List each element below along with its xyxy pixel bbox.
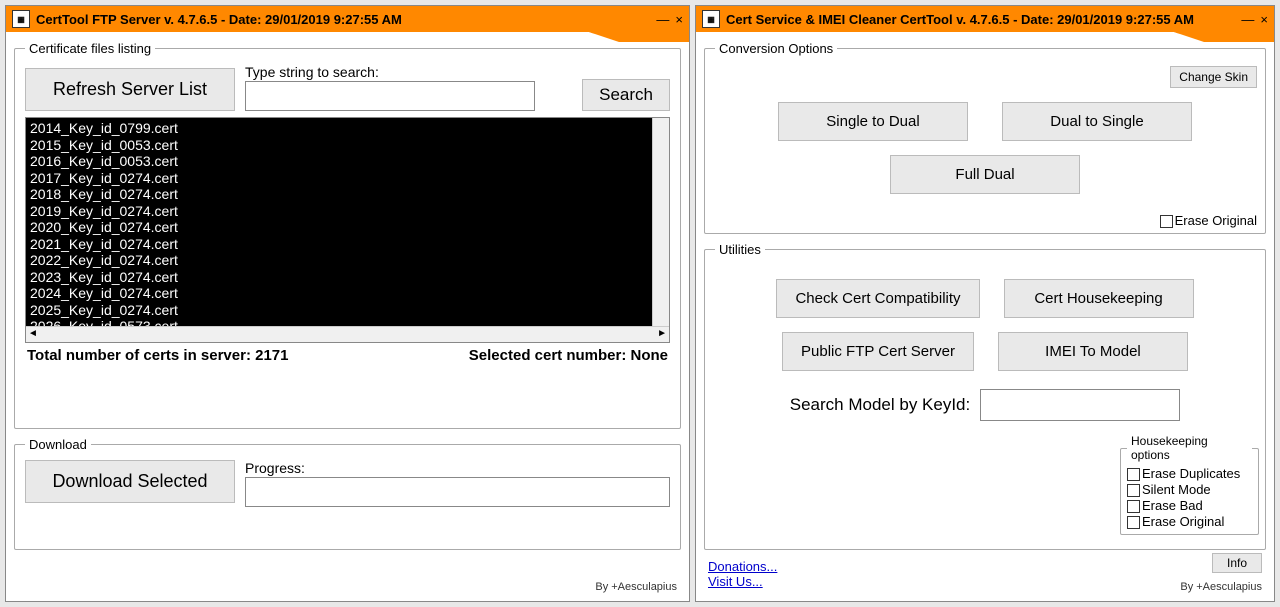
window-title: Cert Service & IMEI Cleaner CertTool v. …	[726, 12, 1194, 27]
public-ftp-button[interactable]: Public FTP Cert Server	[782, 332, 974, 371]
full-dual-button[interactable]: Full Dual	[890, 155, 1080, 194]
dual-to-single-button[interactable]: Dual to Single	[1002, 102, 1192, 141]
group-conversion: Conversion Options Change Skin Single to…	[704, 41, 1266, 234]
list-item[interactable]: 2017_Key_id_0274.cert	[30, 170, 665, 187]
single-to-dual-button[interactable]: Single to Dual	[778, 102, 968, 141]
app-icon: ▦	[702, 10, 720, 28]
list-item[interactable]: 2015_Key_id_0053.cert	[30, 137, 665, 154]
list-item[interactable]: 2018_Key_id_0274.cert	[30, 186, 665, 203]
scrollbar-horizontal[interactable]: ◄►	[26, 326, 669, 342]
close-icon[interactable]: ×	[675, 12, 683, 27]
erase-bad-checkbox[interactable]	[1127, 500, 1140, 513]
list-item[interactable]: 2022_Key_id_0274.cert	[30, 252, 665, 269]
minimize-icon[interactable]: —	[656, 12, 669, 27]
list-item[interactable]: 2014_Key_id_0799.cert	[30, 120, 665, 137]
credit-label: By +Aesculapius	[595, 581, 677, 593]
info-button[interactable]: Info	[1212, 553, 1262, 573]
list-item[interactable]: 2019_Key_id_0274.cert	[30, 203, 665, 220]
erase-original-checkbox[interactable]	[1160, 215, 1173, 228]
total-certs-label: Total number of certs in server: 2171	[27, 347, 288, 364]
group-listing-legend: Certificate files listing	[25, 41, 155, 56]
list-item[interactable]: 2020_Key_id_0274.cert	[30, 219, 665, 236]
list-item[interactable]: 2021_Key_id_0274.cert	[30, 236, 665, 253]
group-download: Download Download Selected Progress:	[14, 437, 681, 550]
window-title: CertTool FTP Server v. 4.7.6.5 - Date: 2…	[36, 12, 402, 27]
list-item[interactable]: 2025_Key_id_0274.cert	[30, 302, 665, 319]
group-download-legend: Download	[25, 437, 91, 452]
list-item[interactable]: 2016_Key_id_0053.cert	[30, 153, 665, 170]
selected-cert-label: Selected cert number: None	[469, 347, 668, 364]
minimize-icon[interactable]: —	[1241, 12, 1254, 27]
group-certificate-listing: Certificate files listing Refresh Server…	[14, 41, 681, 429]
housekeeping-legend: Housekeeping options	[1127, 434, 1252, 462]
list-item[interactable]: 2024_Key_id_0274.cert	[30, 285, 665, 302]
progress-label: Progress:	[245, 460, 670, 476]
download-selected-button[interactable]: Download Selected	[25, 460, 235, 503]
scrollbar-vertical[interactable]	[652, 118, 669, 326]
credit-label-right: By +Aesculapius	[1180, 581, 1262, 593]
progress-bar	[245, 477, 670, 507]
search-model-input[interactable]	[980, 389, 1180, 421]
group-conversion-legend: Conversion Options	[715, 41, 837, 56]
titlebar-left[interactable]: ▦ CertTool FTP Server v. 4.7.6.5 - Date:…	[6, 6, 689, 32]
erase-duplicates-checkbox[interactable]	[1127, 468, 1140, 481]
erase-original-hk-checkbox[interactable]	[1127, 516, 1140, 529]
refresh-server-list-button[interactable]: Refresh Server List	[25, 68, 235, 111]
cert-housekeeping-button[interactable]: Cert Housekeeping	[1004, 279, 1194, 318]
silent-mode-checkbox[interactable]	[1127, 484, 1140, 497]
group-housekeeping: Housekeeping options Erase Duplicates Si…	[1120, 434, 1259, 535]
search-label: Type string to search:	[245, 64, 572, 80]
imei-to-model-button[interactable]: IMEI To Model	[998, 332, 1188, 371]
change-skin-button[interactable]: Change Skin	[1170, 66, 1257, 88]
group-utilities: Utilities Check Cert Compatibility Cert …	[704, 242, 1266, 550]
search-model-label: Search Model by KeyId:	[790, 395, 970, 415]
search-input[interactable]	[245, 81, 535, 111]
group-utilities-legend: Utilities	[715, 242, 765, 257]
check-cert-compat-button[interactable]: Check Cert Compatibility	[776, 279, 979, 318]
donations-link[interactable]: Donations...	[708, 559, 777, 574]
close-icon[interactable]: ×	[1260, 12, 1268, 27]
app-icon: ▦	[12, 10, 30, 28]
erase-original-label: Erase Original	[1175, 213, 1257, 229]
visit-us-link[interactable]: Visit Us...	[708, 574, 763, 589]
search-button[interactable]: Search	[582, 79, 670, 111]
cert-file-listbox[interactable]: 2014_Key_id_0799.cert2015_Key_id_0053.ce…	[25, 117, 670, 343]
list-item[interactable]: 2023_Key_id_0274.cert	[30, 269, 665, 286]
titlebar-right[interactable]: ▦ Cert Service & IMEI Cleaner CertTool v…	[696, 6, 1274, 32]
